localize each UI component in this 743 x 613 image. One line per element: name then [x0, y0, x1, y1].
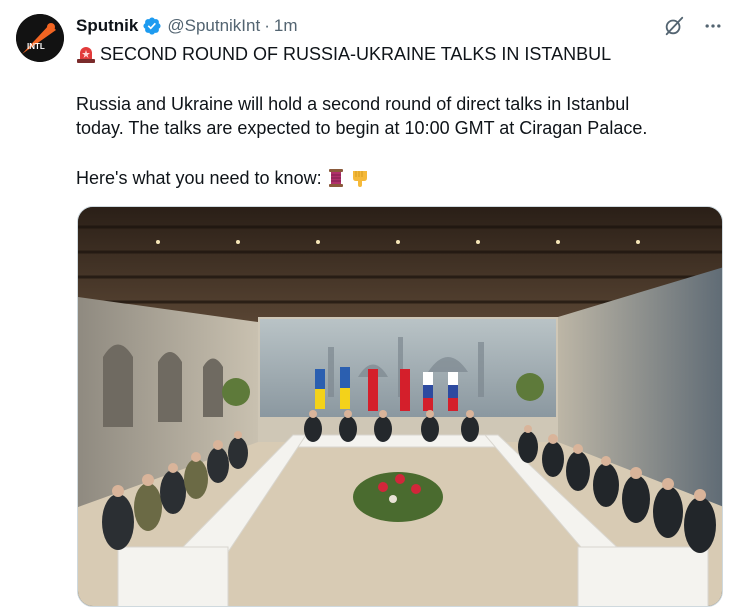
siren-icon [77, 47, 95, 63]
post-body-line-1: Russia and Ukraine will hold a second ro… [76, 94, 630, 114]
avatar-label: INTL [27, 42, 45, 51]
verified-badge-icon[interactable] [142, 16, 162, 36]
thread-spool-icon [328, 169, 343, 187]
tweet[interactable]: INTL Sputnik @SputnikInt · 1m SECOND ROU… [0, 0, 743, 613]
grok-icon[interactable] [663, 15, 685, 37]
avatar[interactable]: INTL [16, 14, 64, 62]
top-actions [663, 14, 723, 38]
post-photo[interactable] [77, 206, 723, 607]
display-name[interactable]: Sputnik [76, 16, 138, 36]
handle[interactable]: @SputnikInt [167, 16, 260, 36]
post-headline: SECOND ROUND OF RUSSIA-UKRAINE TALKS IN … [76, 42, 611, 66]
pointing-down-icon [352, 171, 367, 187]
separator: · [264, 16, 270, 35]
post-body-line-2: today. The talks are expected to begin a… [76, 118, 648, 138]
more-icon[interactable] [703, 16, 723, 36]
know-text: Here's what you need to know: [76, 168, 322, 188]
tweet-header: Sputnik @SputnikInt · 1m [76, 14, 298, 38]
headline-text: SECOND ROUND OF RUSSIA-UKRAINE TALKS IN … [100, 44, 612, 64]
post-know-line: Here's what you need to know: [76, 166, 370, 190]
timestamp[interactable]: 1m [274, 16, 298, 36]
sputnik-logo-icon: INTL [16, 14, 64, 62]
meeting-photo-image [78, 207, 722, 606]
